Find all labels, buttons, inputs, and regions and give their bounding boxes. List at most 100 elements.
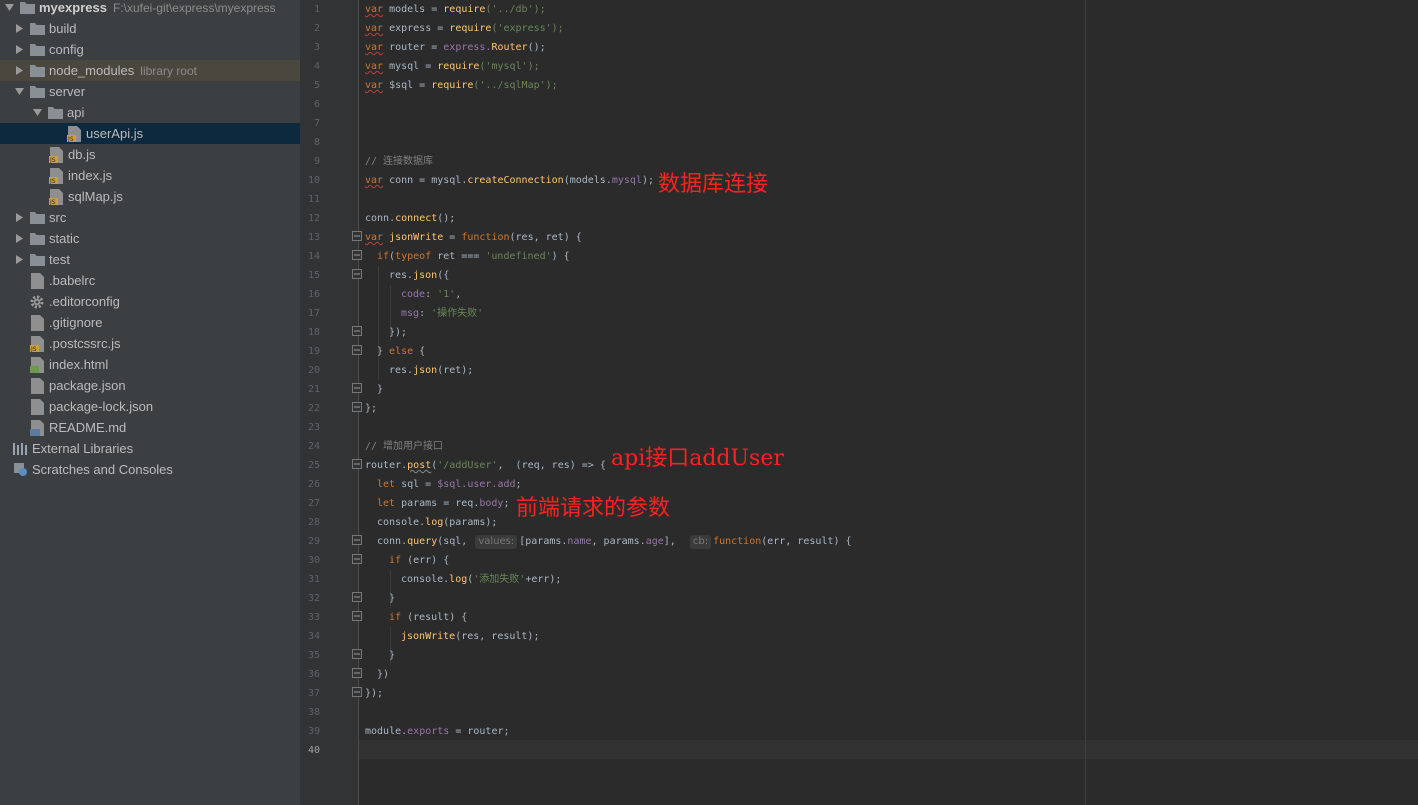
code-line-33[interactable]: if (result) { — [389, 608, 467, 627]
code-line-34[interactable]: jsonWrite(res, result); — [401, 627, 539, 646]
code-line-17[interactable]: msg: '操作失败' — [401, 304, 483, 323]
chevron-right-icon[interactable] — [13, 18, 25, 39]
code-line-27[interactable]: let params = req.body; — [377, 494, 509, 513]
fold-collapse-icon[interactable] — [352, 554, 362, 564]
fold-collapse-icon[interactable] — [352, 231, 362, 241]
code-editor[interactable] — [359, 0, 1418, 805]
chevron-right-icon[interactable] — [13, 39, 25, 60]
code-comment: // 增加用户接口 — [365, 441, 444, 452]
chevron-down-icon[interactable] — [3, 0, 15, 18]
code-token: if — [389, 555, 402, 566]
code-token: (models. — [563, 175, 612, 186]
code-line-26[interactable]: let sql = $sql.user.add; — [377, 475, 522, 494]
tree-item-api[interactable]: api — [0, 102, 300, 123]
tree-label: db.js — [68, 147, 96, 162]
code-comment: // 连接数据库 — [365, 156, 434, 167]
tree-item-package-lock[interactable]: package-lock.json — [0, 396, 300, 417]
code-line-28[interactable]: console.log(params); — [377, 513, 497, 532]
tree-item-server[interactable]: server — [0, 81, 300, 102]
code-line-9[interactable]: // 连接数据库 — [365, 152, 433, 171]
tree-item-package-json[interactable]: package.json — [0, 375, 300, 396]
fold-collapse-icon[interactable] — [352, 269, 362, 279]
tree-item-config[interactable]: config — [0, 39, 300, 60]
code-line-3[interactable]: var router = express.Router(); — [365, 38, 546, 57]
code-token: require — [437, 61, 480, 72]
chevron-down-icon[interactable] — [13, 81, 25, 102]
tree-item-index-html[interactable]: index.html — [0, 354, 300, 375]
code-line-12[interactable]: conn.connect(); — [365, 209, 455, 228]
code-line-15[interactable]: res.json({ — [389, 266, 449, 285]
fold-end-icon[interactable] — [352, 326, 362, 336]
chevron-right-icon[interactable] — [13, 60, 25, 81]
code-line-37[interactable]: }); — [365, 684, 383, 703]
tree-item-myexpress[interactable]: myexpress F:\xufei-git\express\myexpress — [0, 0, 300, 18]
code-token: ], — [663, 536, 688, 547]
code-line-22[interactable]: }; — [365, 399, 377, 418]
code-line-21[interactable]: } — [377, 380, 383, 399]
code-token: ('../sqlMap'); — [473, 80, 558, 91]
fold-collapse-icon[interactable] — [352, 459, 362, 469]
tree-item-index-js[interactable]: JS index.js — [0, 165, 300, 186]
tree-item-sqlmap[interactable]: JS sqlMap.js — [0, 186, 300, 207]
tree-item-scratches[interactable]: Scratches and Consoles — [0, 459, 300, 480]
code-line-35[interactable]: } — [389, 646, 395, 665]
tree-item-babelrc[interactable]: .babelrc — [0, 270, 300, 291]
tree-item-readme[interactable]: README.md — [0, 417, 300, 438]
fold-end-icon[interactable] — [352, 383, 362, 393]
tree-item-editorconfig[interactable]: .editorconfig — [0, 291, 300, 312]
tree-item-node-modules[interactable]: node_modules library root — [0, 60, 300, 81]
fold-collapse-icon[interactable] — [352, 535, 362, 545]
code-line-30[interactable]: if (err) { — [389, 551, 449, 570]
tree-item-external-libraries[interactable]: External Libraries — [0, 438, 300, 459]
code-line-13[interactable]: var jsonWrite = function(res, ret) { — [365, 228, 582, 247]
tree-item-postcssrc[interactable]: JS .postcssrc.js — [0, 333, 300, 354]
code-token: if — [377, 251, 390, 262]
code-token: (ret); — [437, 365, 474, 376]
code-line-36[interactable]: }) — [377, 665, 389, 684]
chevron-right-icon[interactable] — [13, 207, 25, 228]
scratches-icon — [12, 462, 28, 478]
chevron-right-icon[interactable] — [13, 249, 25, 270]
fold-end-icon[interactable] — [352, 649, 362, 659]
chevron-down-icon[interactable] — [31, 102, 43, 123]
chevron-right-icon[interactable] — [13, 228, 25, 249]
folder-icon — [29, 210, 45, 226]
code-line-4[interactable]: var mysql = require('mysql'); — [365, 57, 540, 76]
code-line-25[interactable]: router.post('/addUser', (req, res) => { — [365, 456, 606, 475]
code-line-5[interactable]: var $sql = require('../sqlMap'); — [365, 76, 558, 95]
code-line-16[interactable]: code: '1', — [401, 285, 461, 304]
code-line-31[interactable]: console.log('添加失败'+err); — [401, 570, 561, 589]
tree-item-src[interactable]: src — [0, 207, 300, 228]
code-line-32[interactable]: } — [389, 589, 395, 608]
code-line-2[interactable]: var express = require('express'); — [365, 19, 564, 38]
fold-end-icon[interactable] — [352, 592, 362, 602]
fold-end-icon[interactable] — [352, 345, 362, 355]
tree-item-static[interactable]: static — [0, 228, 300, 249]
annotation-frontend-params: 前端请求的参数 — [516, 496, 671, 521]
js-file-icon: JS — [48, 188, 64, 205]
js-file-icon — [29, 314, 45, 331]
code-line-24[interactable]: // 增加用户接口 — [365, 437, 443, 456]
code-line-19[interactable]: } else { — [377, 342, 425, 361]
code-token: }); — [389, 327, 408, 338]
tree-item-test[interactable]: test — [0, 249, 300, 270]
fold-collapse-icon[interactable] — [352, 250, 362, 260]
code-token: require — [449, 23, 492, 34]
folder-icon — [29, 231, 45, 247]
tree-item-userapi[interactable]: JS userApi.js — [0, 123, 300, 144]
code-line-10[interactable]: var conn = mysql.createConnection(models… — [365, 171, 654, 190]
project-tree[interactable]: myexpress F:\xufei-git\express\myexpress… — [0, 0, 300, 805]
fold-collapse-icon[interactable] — [352, 611, 362, 621]
code-line-20[interactable]: res.json(ret); — [389, 361, 473, 380]
fold-end-icon[interactable] — [352, 402, 362, 412]
tree-item-gitignore[interactable]: .gitignore — [0, 312, 300, 333]
code-line-29[interactable]: conn.query(sql, values: [params.name, par… — [377, 532, 852, 551]
tree-item-db[interactable]: JS db.js — [0, 144, 300, 165]
fold-end-icon[interactable] — [352, 687, 362, 697]
code-line-14[interactable]: if(typeof ret === 'undefined') { — [377, 247, 570, 266]
code-line-39[interactable]: module.exports = router; — [365, 722, 510, 741]
code-line-1[interactable]: var models = require('../db'); — [365, 0, 546, 19]
tree-item-build[interactable]: build — [0, 18, 300, 39]
fold-end-icon[interactable] — [352, 668, 362, 678]
code-line-18[interactable]: }); — [389, 323, 407, 342]
